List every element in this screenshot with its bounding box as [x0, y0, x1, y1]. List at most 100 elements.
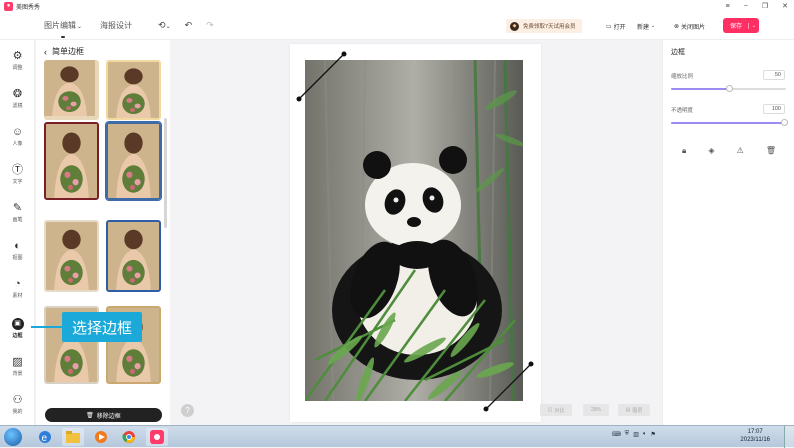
- brush-icon: ✎: [12, 202, 23, 214]
- layer-actions: 🔒︎ ◈ ⚠︎ 🗑︎: [663, 146, 794, 156]
- opacity-label: 不透明度: [671, 108, 694, 114]
- tab-poster-design[interactable]: 海报设计: [96, 16, 136, 35]
- scale-slider-knob[interactable]: [725, 85, 733, 92]
- scale-input[interactable]: 50: [763, 70, 785, 80]
- properties-title: 边框: [671, 49, 685, 56]
- chevron-down-icon: ⌄: [651, 23, 656, 29]
- user-icon: ⚇: [12, 394, 23, 406]
- opacity-slider[interactable]: [671, 119, 788, 126]
- back-icon[interactable]: ‹: [44, 47, 47, 57]
- save-dropdown-icon[interactable]: ⌄: [748, 22, 759, 29]
- open-button[interactable]: ▭ 打开: [606, 19, 626, 33]
- rail-item-sticker[interactable]: ◔ 素材: [0, 278, 35, 299]
- rail-item-adjust[interactable]: ⚙ 调整: [0, 50, 35, 71]
- properties-panel: 边框 缩放比例 50 不透明度 100 🔒︎ ◈ ⚠︎ 🗑︎: [662, 40, 794, 425]
- meitu-taskbar-icon[interactable]: [146, 428, 168, 446]
- trash-icon: 🗑: [86, 412, 94, 419]
- callout-label: 选择边框: [62, 312, 142, 342]
- tray-flag-icon[interactable]: ⚑: [650, 431, 655, 438]
- explorer-icon[interactable]: [62, 428, 84, 446]
- lock-icon[interactable]: 🔒︎: [682, 146, 686, 156]
- minimize-icon[interactable]: −: [744, 3, 748, 10]
- canvas-area: ? ◫ 对比 28% ▤ 图层: [171, 40, 661, 425]
- rail-item-filter[interactable]: ❂ 滤镜: [0, 88, 35, 109]
- menu-icon[interactable]: ≡: [726, 3, 730, 10]
- history-icon[interactable]: ⟲⌄: [158, 20, 171, 31]
- app-window: ● 美图秀秀 ≡ − ❐ ✕ 图片编辑⌄ 海报设计 ⟲⌄ ↶ ↷ ◆ 免费领取7…: [0, 0, 794, 425]
- border-thumbnail[interactable]: [44, 220, 99, 292]
- tray-keyboard-icon[interactable]: ⌨: [612, 431, 621, 438]
- title-bar: ● 美图秀秀 ≡ − ❐ ✕: [0, 0, 794, 12]
- tray-volume-icon[interactable]: 🔈︎: [643, 431, 647, 438]
- redo-icon[interactable]: ↷: [206, 20, 214, 31]
- sliders-icon: ⚙: [12, 50, 23, 62]
- taskbar: e ⌨ ⛨ ▥ 🔈︎ ⚑ 17:07 2023/11/16: [0, 425, 794, 448]
- rail-item-background[interactable]: ▨ 背景: [0, 356, 35, 377]
- media-player-icon[interactable]: [90, 428, 112, 446]
- close-image-button[interactable]: ⊗ 关闭图片: [674, 19, 705, 33]
- panel-title: 简单边框: [52, 47, 84, 56]
- canvas-page[interactable]: [290, 44, 541, 422]
- rail-item-portrait[interactable]: ☺ 人像: [0, 126, 35, 147]
- border-thumbnail[interactable]: [44, 60, 99, 120]
- rail-item-cutout[interactable]: ◐ 抠图: [0, 240, 35, 261]
- border-corner-lines: [296, 51, 534, 412]
- clock-time: 17:07: [747, 429, 763, 435]
- border-thumbnail[interactable]: [105, 121, 162, 201]
- delete-icon[interactable]: 🗑︎: [766, 146, 776, 156]
- taskbar-clock[interactable]: 17:07 2023/11/16: [740, 428, 770, 444]
- flip-icon[interactable]: ⚠︎: [737, 146, 744, 156]
- tab-image-edit[interactable]: 图片编辑⌄: [40, 16, 86, 38]
- layer-stack-icon[interactable]: ◈: [708, 146, 714, 156]
- top-toolbar: 图片编辑⌄ 海报设计 ⟲⌄ ↶ ↷ ◆ 免费领取7天试用会员 ▭ 打开 新建 ⌄…: [0, 12, 794, 40]
- app-title: 美图秀秀: [16, 4, 41, 11]
- border-panel: ‹ 简单边框 🗑 移除边框: [36, 40, 170, 425]
- scale-label: 缩放比例: [671, 74, 694, 80]
- app-logo-icon: ●: [4, 1, 13, 11]
- layers-icon: ▤: [625, 407, 631, 413]
- close-circle-icon: ⊗: [674, 23, 680, 30]
- opacity-slider-fill: [671, 122, 786, 124]
- sticker-icon: ◔: [14, 278, 21, 290]
- svg-text:e: e: [42, 433, 48, 444]
- border-thumbnail[interactable]: [44, 122, 99, 200]
- scale-slider[interactable]: [671, 85, 786, 92]
- border-thumbnail[interactable]: [106, 220, 161, 292]
- promo-text: 免费领取7天试用会员: [523, 24, 576, 30]
- show-desktop-button[interactable]: [784, 426, 794, 448]
- vip-icon: ◆: [510, 21, 519, 31]
- window-controls: ≡ − ❐ ✕: [726, 0, 788, 12]
- border-thumbnail[interactable]: [106, 60, 161, 120]
- layers-button[interactable]: ▤ 图层: [618, 404, 650, 416]
- compare-icon: ◫: [547, 407, 553, 413]
- zoom-level[interactable]: 28%: [583, 404, 609, 416]
- clock-date: 2023/11/16: [740, 437, 770, 443]
- undo-icon[interactable]: ↶: [185, 20, 193, 31]
- new-button[interactable]: 新建 ⌄: [637, 19, 655, 33]
- folder-icon: ▭: [606, 23, 612, 30]
- rail-item-border[interactable]: ▣ 边框: [0, 318, 35, 339]
- close-window-icon[interactable]: ✕: [782, 2, 788, 10]
- compare-button[interactable]: ◫ 对比: [540, 404, 572, 416]
- ie-icon[interactable]: e: [34, 428, 56, 446]
- save-button[interactable]: 保存 ⌄: [723, 18, 759, 33]
- remove-border-button[interactable]: 🗑 移除边框: [45, 408, 162, 422]
- promo-banner[interactable]: ◆ 免费领取7天试用会员: [506, 19, 582, 33]
- tray-shield-icon[interactable]: ⛨: [625, 431, 630, 438]
- system-tray: ⌨ ⛨ ▥ 🔈︎ ⚑: [612, 431, 656, 438]
- tool-rail: ⚙ 调整 ❂ 滤镜 ☺ 人像 Ⓣ 文字 ✎ 画笔 ◐ 抠图 ◔ 素材 ▣ 边框: [0, 40, 35, 425]
- opacity-input[interactable]: 100: [763, 104, 785, 114]
- rail-item-text[interactable]: Ⓣ 文字: [0, 164, 35, 185]
- portrait-icon: ☺: [11, 126, 24, 138]
- rail-item-brush[interactable]: ✎ 画笔: [0, 202, 35, 223]
- callout-pointer: [31, 326, 63, 328]
- start-button[interactable]: [4, 428, 22, 446]
- opacity-slider-knob[interactable]: [781, 119, 788, 126]
- maximize-icon[interactable]: ❐: [762, 2, 768, 10]
- tray-network-icon[interactable]: ▥: [633, 431, 639, 438]
- filter-icon: ❂: [12, 88, 23, 100]
- panel-scrollbar[interactable]: [164, 118, 167, 228]
- chrome-icon[interactable]: [118, 428, 140, 446]
- rail-item-mine[interactable]: ⚇ 我的: [0, 394, 35, 415]
- help-button[interactable]: ?: [181, 404, 194, 417]
